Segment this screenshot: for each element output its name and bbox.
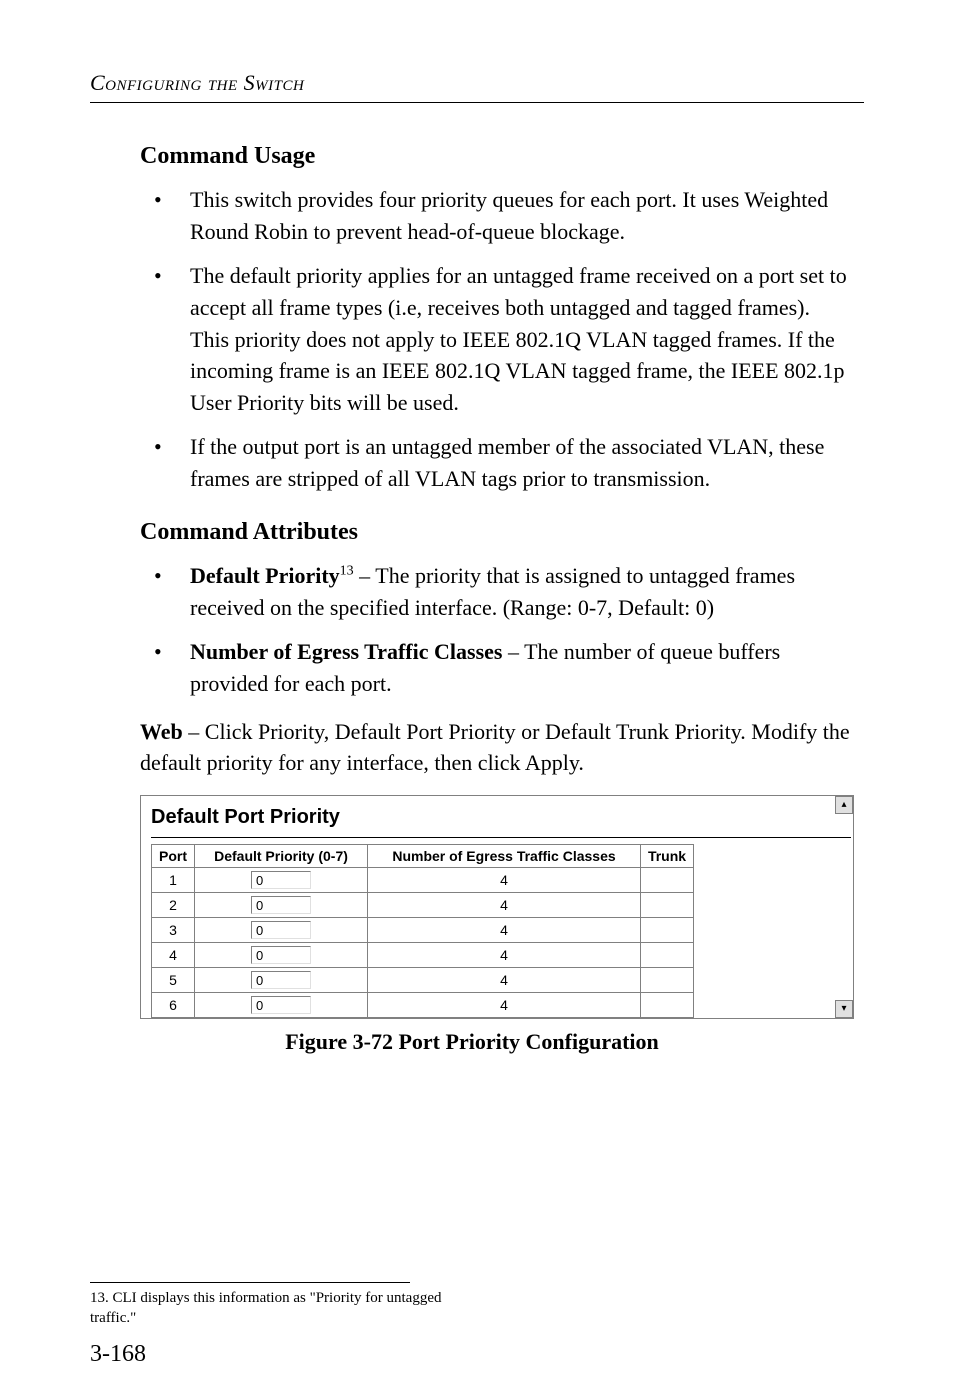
cell-priority [195,918,368,943]
web-paragraph: Web – Click Priority, Default Port Prior… [140,716,854,780]
attr-footnote-marker: 13 [340,564,354,579]
priority-input[interactable] [251,971,311,989]
header-rule [90,102,864,103]
web-rest: – Click Priority, Default Port Priority … [140,719,850,776]
command-usage-heading: Command Usage [140,143,854,170]
cell-trunk [641,943,694,968]
command-usage-bullet: This switch provides four priority queue… [140,184,854,248]
cell-egress: 4 [368,893,641,918]
table-header-row: Port Default Priority (0-7) Number of Eg… [152,845,694,868]
cell-trunk [641,993,694,1018]
cell-priority [195,893,368,918]
priority-input[interactable] [251,896,311,914]
command-usage-list: This switch provides four priority queue… [140,184,854,495]
priority-input[interactable] [251,871,311,889]
table-row: 4 4 [152,943,694,968]
footnote: 13. CLI displays this information as "Pr… [90,1289,470,1328]
command-attributes-item: Number of Egress Traffic Classes – The n… [140,636,854,700]
cell-port: 2 [152,893,195,918]
priority-input[interactable] [251,996,311,1014]
cell-priority [195,993,368,1018]
cell-port: 6 [152,993,195,1018]
col-header-egress: Number of Egress Traffic Classes [368,845,641,868]
table-body: 1 4 2 4 3 [152,868,694,1018]
web-leadin: Web [140,719,183,744]
page: Configuring the Switch Command Usage Thi… [0,0,954,1388]
footnote-rule [90,1282,410,1283]
table-row: 6 4 [152,993,694,1018]
attr-term: Default Priority [190,563,340,588]
content-area: Command Usage This switch provides four … [140,143,854,1055]
cell-egress: 4 [368,868,641,893]
cell-port: 5 [152,968,195,993]
table-row: 5 4 [152,968,694,993]
scroll-up-button[interactable]: ▴ [835,796,853,814]
cell-egress: 4 [368,943,641,968]
cell-egress: 4 [368,968,641,993]
cell-priority [195,943,368,968]
footnote-marker: 13. [90,1290,109,1306]
figure-panel: ▴ Default Port Priority Port Default Pri… [140,795,854,1019]
table-row: 1 4 [152,868,694,893]
cell-priority [195,968,368,993]
cell-port: 1 [152,868,195,893]
cell-port: 4 [152,943,195,968]
priority-input[interactable] [251,921,311,939]
running-header-text: Configuring the Switch [90,70,304,95]
figure-inner: Default Port Priority Port Default Prior… [141,796,853,1018]
figure-title-rule [151,837,851,838]
cell-trunk [641,968,694,993]
col-header-port: Port [152,845,195,868]
scroll-down-button[interactable]: ▾ [835,1000,853,1018]
attr-term: Number of Egress Traffic Classes [190,639,502,664]
priority-table: Port Default Priority (0-7) Number of Eg… [151,844,694,1018]
page-number: 3-168 [90,1341,146,1368]
cell-trunk [641,868,694,893]
command-attributes-list: Default Priority13 – The priority that i… [140,560,854,700]
command-usage-bullet: If the output port is an untagged member… [140,431,854,495]
cell-priority [195,868,368,893]
running-header: Configuring the Switch [90,70,864,96]
cell-trunk [641,893,694,918]
table-row: 2 4 [152,893,694,918]
cell-egress: 4 [368,993,641,1018]
figure-caption: Figure 3-72 Port Priority Configuration [90,1029,854,1055]
command-usage-bullet: The default priority applies for an unta… [140,260,854,419]
table-row: 3 4 [152,918,694,943]
command-attributes-item: Default Priority13 – The priority that i… [140,560,854,624]
priority-input[interactable] [251,946,311,964]
col-header-trunk: Trunk [641,845,694,868]
footnote-block: 13. CLI displays this information as "Pr… [90,1282,470,1328]
col-header-priority: Default Priority (0-7) [195,845,368,868]
figure-panel-title: Default Port Priority [151,806,851,829]
footnote-text: CLI displays this information as "Priori… [90,1290,442,1326]
cell-trunk [641,918,694,943]
command-attributes-heading: Command Attributes [140,519,854,546]
cell-port: 3 [152,918,195,943]
cell-egress: 4 [368,918,641,943]
